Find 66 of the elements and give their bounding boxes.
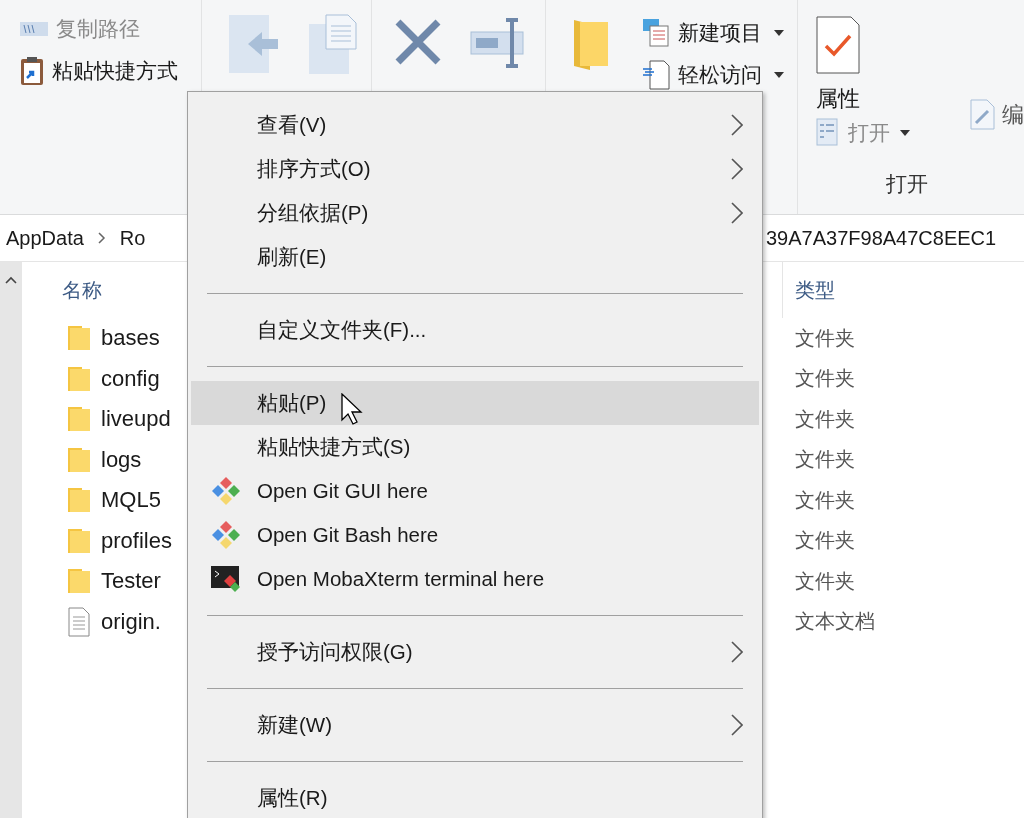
menu-item[interactable]: 分组依据(P)	[191, 191, 759, 235]
chevron-icon	[97, 232, 106, 244]
folder-icon	[67, 324, 91, 353]
file-name[interactable]: config	[101, 365, 160, 392]
file-type: 文件夹	[794, 528, 855, 554]
file-name[interactable]: liveupd	[101, 406, 171, 433]
column-header[interactable]: 名称	[62, 278, 102, 301]
diamond-blocks-icon	[210, 475, 242, 507]
folder-icon	[67, 405, 91, 434]
path-icon	[20, 21, 48, 37]
ribbon-button[interactable]: 粘贴快捷方式	[16, 54, 201, 88]
caret-icon	[900, 130, 910, 136]
checkmark-document-icon	[816, 16, 860, 74]
menu-item[interactable]: Open MobaXterm terminal here	[191, 557, 759, 601]
edit-icon	[970, 99, 996, 131]
file-name[interactable]: logs	[101, 446, 142, 473]
properties-button[interactable]: 属性	[816, 84, 860, 114]
menu-item[interactable]: 粘贴快捷方式(S)	[191, 425, 759, 469]
ribbon-dropdown[interactable]: 轻松访问	[637, 58, 788, 92]
ribbon-dropdown[interactable]: 新建项目	[637, 16, 788, 50]
menu-item[interactable]: 排序方式(O)	[191, 147, 759, 191]
move-to-icon	[227, 14, 280, 76]
group-label: 打开	[886, 171, 928, 197]
menu-item[interactable]: 查看(V)	[191, 103, 759, 147]
file-type: 文件夹	[794, 366, 855, 392]
file-type: 文件夹	[794, 406, 855, 432]
terminal-icon	[210, 565, 242, 593]
file-type: 文件夹	[794, 487, 855, 513]
menu-item[interactable]: 授予访问权限(G)	[191, 630, 759, 674]
file-name[interactable]: bases	[101, 325, 160, 352]
file-type: 文本文档	[794, 609, 875, 635]
folder-icon	[67, 486, 91, 515]
folder-icon	[67, 364, 91, 393]
file-name[interactable]: Tester	[101, 568, 161, 595]
new-item-icon	[641, 18, 670, 48]
breadcrumb[interactable]: 39A7A37F98A47C8EEC1	[766, 226, 1024, 250]
file-type: 文件夹	[794, 447, 855, 473]
column-header[interactable]: 类型	[795, 276, 835, 304]
menu-item[interactable]: 自定义文件夹(F)...	[191, 308, 759, 352]
clipboard-icon	[20, 56, 44, 86]
menu-item[interactable]: 刷新(E)	[191, 235, 759, 279]
menu-item[interactable]: Open Git Bash here	[191, 513, 759, 557]
menu-item[interactable]: 属性(R)	[191, 776, 759, 818]
document-icon	[67, 606, 91, 637]
file-type: 文件夹	[794, 325, 855, 351]
menu-item[interactable]: Open Git GUI here	[191, 469, 759, 513]
file-type: 文件夹	[794, 568, 855, 594]
menu-item[interactable]: 粘贴(P)	[191, 381, 759, 425]
menu-item[interactable]: 新建(W)	[191, 703, 759, 747]
diamond-blocks-icon	[210, 519, 242, 551]
caret-icon	[773, 72, 784, 78]
document-icon	[641, 60, 670, 90]
caret-icon	[773, 30, 784, 36]
folder-icon	[67, 526, 91, 555]
file-name[interactable]: profiles	[101, 527, 172, 554]
file-name[interactable]: origin.	[101, 608, 161, 635]
breadcrumb[interactable]: AppData	[6, 226, 84, 250]
folder-icon	[67, 567, 91, 596]
breadcrumb[interactable]: Ro	[119, 226, 146, 250]
scroll-up-icon[interactable]	[5, 276, 17, 284]
folder-icon	[67, 445, 91, 474]
file-name[interactable]: MQL5	[101, 487, 161, 514]
ribbon-label: 编	[1002, 101, 1024, 129]
copy-to-icon	[307, 14, 360, 76]
close-icon	[393, 18, 442, 66]
mouse-pointer-icon	[341, 393, 363, 425]
